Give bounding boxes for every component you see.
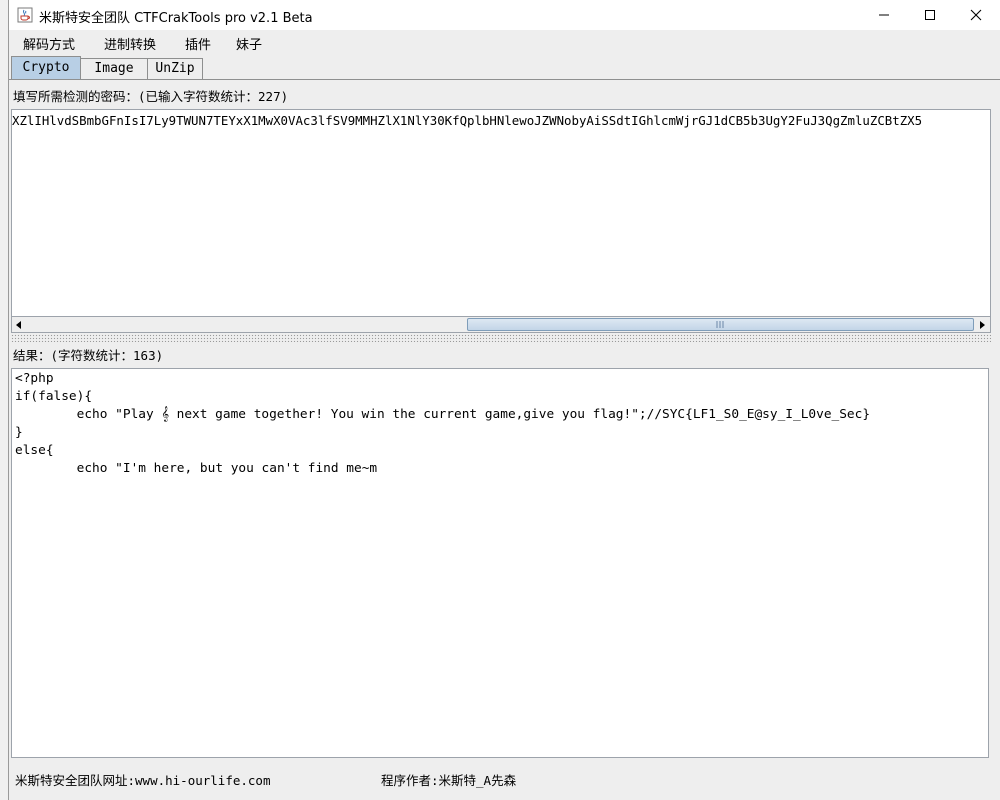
app-window: 米斯特安全团队 CTFCrakTools pro v2.1 Beta 解码方式 … <box>8 0 1000 800</box>
scroll-right-button[interactable] <box>975 317 989 332</box>
output-line: if(false){ <box>15 389 93 404</box>
status-bar: 米斯特安全团队网址:www.hi-ourlife.com 程序作者:米斯特_A先… <box>9 762 1000 800</box>
cipher-input-area[interactable]: XZlIHlvdSBmbGFnIsI7Ly9TWUN7TEYxX1MwX0VAc… <box>11 109 991 317</box>
close-icon <box>970 9 982 21</box>
tab-divider <box>9 79 1000 80</box>
author-label: 程序作者:米斯特_A先森 <box>381 773 517 788</box>
arrow-left-icon <box>16 320 21 329</box>
input-label: 填写所需检测的密码：(已输入字符数统计：227) <box>13 89 289 104</box>
menu-decode-method[interactable]: 解码方式 <box>23 34 75 53</box>
java-cup-icon <box>17 7 33 23</box>
output-line: <?php <box>15 371 54 386</box>
scroll-left-button[interactable] <box>12 317 26 332</box>
minimize-button[interactable] <box>861 0 907 30</box>
window-title: 米斯特安全团队 CTFCrakTools pro v2.1 Beta <box>39 11 313 26</box>
tab-crypto[interactable]: Crypto <box>11 56 81 79</box>
tab-strip: Crypto Image UnZip <box>9 56 1000 80</box>
output-line: echo "I'm here, but you can't find me~m <box>15 461 378 476</box>
scroll-thumb[interactable] <box>467 318 974 331</box>
maximize-icon <box>925 10 935 20</box>
tab-unzip[interactable]: UnZip <box>147 58 203 79</box>
title-bar: 米斯特安全团队 CTFCrakTools pro v2.1 Beta <box>9 0 1000 30</box>
close-button[interactable] <box>953 0 999 30</box>
result-output-area[interactable]: <?php if(false){ echo "Play 𝄞 next game … <box>11 368 989 758</box>
input-horizontal-scrollbar[interactable] <box>11 316 991 333</box>
output-line: } <box>15 425 23 440</box>
menu-bar: 解码方式 进制转换 插件 妹子 <box>9 30 1000 54</box>
maximize-button[interactable] <box>907 0 953 30</box>
output-line: echo "Play 𝄞 next game together! You win… <box>15 407 871 422</box>
menu-base-conversion[interactable]: 进制转换 <box>104 34 156 53</box>
tab-image[interactable]: Image <box>80 58 148 79</box>
output-label: 结果：(字符数统计：163) <box>13 348 164 363</box>
grip-icon <box>716 321 724 328</box>
menu-girl[interactable]: 妹子 <box>236 34 262 53</box>
cipher-input-text: XZlIHlvdSBmbGFnIsI7Ly9TWUN7TEYxX1MwX0VAc… <box>12 113 923 128</box>
arrow-right-icon <box>980 320 985 329</box>
split-pane-divider[interactable] <box>11 334 991 342</box>
website-label: 米斯特安全团队网址:www.hi-ourlife.com <box>15 773 271 788</box>
menu-plugins[interactable]: 插件 <box>185 34 211 53</box>
minimize-icon <box>879 14 889 16</box>
output-line: else{ <box>15 443 54 458</box>
